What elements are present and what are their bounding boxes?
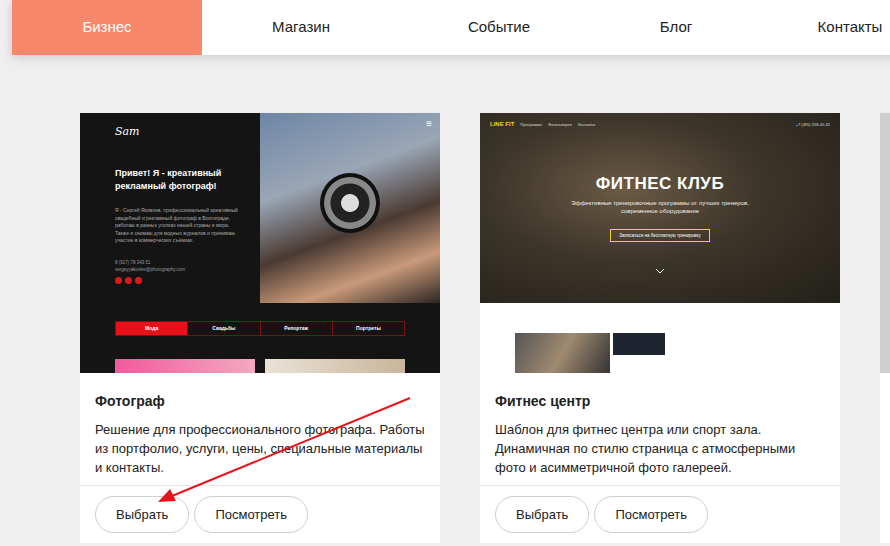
preview-email: sergeyyakovlev@photography.com	[115, 266, 242, 273]
preview-phone: +7 (495) 558-45-32	[796, 122, 830, 128]
template-title: Фитнес центр	[495, 393, 825, 410]
gallery-photo	[115, 359, 255, 373]
preview-hero: LINE FIT Программы Фотогалерея Контакты +7 (…	[480, 113, 840, 303]
chevron-down-icon	[655, 268, 665, 274]
camera-icon	[320, 173, 380, 233]
photographer-preview: Sam Привет! Я - креативный рекламный фото…	[80, 113, 440, 373]
social-icon	[115, 277, 122, 284]
category-tab[interactable]: Магазин	[202, 0, 400, 55]
preview-tab: Портреты	[333, 322, 404, 335]
preview-phone: 8 (917) 78 343 51	[115, 259, 242, 266]
preview-menu-item: Программы	[520, 122, 542, 128]
social-icon	[125, 277, 132, 284]
preview-intro: Sam Привет! Я - креативный рекламный фото…	[80, 113, 260, 303]
template-info: Фотограф Решение для профессионального фо…	[80, 373, 440, 485]
preview-gallery	[115, 359, 405, 373]
template-card: Sam Привет! Я - креативный рекламный фото…	[80, 113, 440, 543]
preview-menu-item: Фотогалерея	[548, 122, 572, 128]
preview-photo: ≡	[260, 113, 440, 303]
preview-brand: LINE FIT	[490, 120, 514, 129]
template-actions: ВыбратьПосмотреть	[480, 485, 840, 543]
preview-button[interactable]: Посмотреть	[194, 496, 308, 533]
preview-heading: ФИТНЕС КЛУБ	[596, 174, 724, 194]
preview-tab: Свадьбы	[188, 322, 260, 335]
template-preview: LINE FIT Программы Фотогалерея Контакты +7 (…	[480, 113, 840, 373]
preview-heading: Привет! Я - креативный рекламный фотогра…	[115, 167, 242, 193]
category-tab[interactable]: Контакты	[754, 0, 890, 55]
category-tab[interactable]: Блог	[598, 0, 754, 55]
preview-tabs: МодаСвадьбыРепортажПортреты	[115, 321, 405, 336]
template-card: LINE FIT Программы Фотогалерея Контакты +7 (…	[480, 113, 840, 543]
select-button[interactable]: Выбрать	[495, 496, 589, 533]
menu-icon: ≡	[426, 119, 432, 129]
preview-tab: Репортаж	[261, 322, 333, 335]
preview-cta: Записаться на бесплатную тренировку	[610, 229, 709, 242]
annotation-arrow-icon	[0, 0, 890, 546]
category-tab[interactable]: Бизнес	[12, 0, 202, 55]
social-icon	[135, 277, 142, 284]
select-button[interactable]: Выбрать	[95, 496, 189, 533]
preview-logo: Sam	[115, 125, 242, 139]
social-icons	[115, 277, 242, 284]
preview-nav: LINE FIT Программы Фотогалерея Контакты +7 (…	[480, 113, 840, 129]
category-tab-label[interactable]: Магазин	[272, 16, 330, 39]
template-description: Шаблон для фитнес центра или спорт зала.…	[495, 420, 825, 477]
template-info: Фитнес центр Шаблон для фитнес центра или…	[480, 373, 840, 485]
category-tab[interactable]: Событие	[400, 0, 598, 55]
preview-tab: Мода	[116, 322, 188, 335]
template-actions: ВыбратьПосмотреть	[80, 485, 440, 543]
preview-gallery	[515, 333, 805, 373]
gallery-photo	[515, 333, 610, 373]
template-description: Решение для профессионального фотографа.…	[95, 420, 425, 477]
category-tab-label[interactable]: Событие	[468, 16, 530, 39]
template-card	[880, 113, 890, 543]
preview-text: Я - Сергей Яковлев, профессиональный кре…	[115, 207, 242, 245]
fitness-preview: LINE FIT Программы Фотогалерея Контакты +7 (…	[480, 113, 840, 373]
preview-menu-item: Контакты	[578, 122, 595, 128]
gallery-photo	[613, 333, 665, 355]
gallery-photo	[265, 359, 405, 373]
category-tab-label[interactable]: Блог	[660, 16, 692, 39]
template-title: Фотограф	[95, 393, 425, 410]
preview-button[interactable]: Посмотреть	[594, 496, 708, 533]
template-preview: Sam Привет! Я - креативный рекламный фото…	[80, 113, 440, 373]
template-list: Sam Привет! Я - креативный рекламный фото…	[0, 113, 890, 543]
category-tab-label[interactable]: Контакты	[818, 16, 883, 39]
preview-subheading: Эффективные тренировочные программы от л…	[565, 199, 755, 215]
preview-contacts: 8 (917) 78 343 51sergeyyakovlev@photogra…	[115, 259, 242, 273]
preview-hero: Sam Привет! Я - креативный рекламный фото…	[80, 113, 440, 303]
template-preview	[880, 113, 890, 373]
category-nav: Бизнес Магазин Событие Блог Контакты	[12, 0, 890, 55]
category-tab-label[interactable]: Бизнес	[82, 16, 131, 39]
